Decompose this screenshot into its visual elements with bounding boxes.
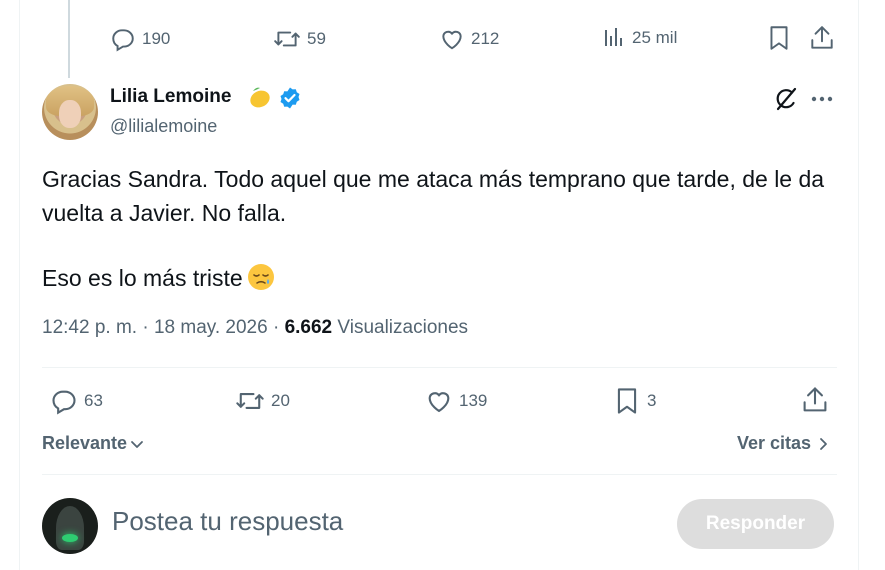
bookmark-icon — [617, 388, 637, 414]
views-label: Visualizaciones — [337, 317, 469, 338]
parent-views-count: 25 mil — [632, 28, 678, 47]
retweet-icon — [274, 31, 300, 47]
verified-badge-icon — [280, 87, 300, 109]
author-handle[interactable]: @lilialemoine — [110, 116, 217, 137]
tweet-time[interactable]: 12:42 p. m. — [42, 317, 137, 338]
tweet-date[interactable]: 18 may. 2026 — [154, 317, 268, 338]
share-button[interactable] — [801, 385, 829, 415]
sad-face-emoji-icon — [247, 264, 274, 290]
chevron-right-icon — [820, 437, 827, 450]
avatar-face — [59, 100, 81, 128]
more-options-icon[interactable] — [810, 90, 834, 108]
bookmark-button[interactable]: 3 — [613, 386, 656, 416]
thread-line — [68, 0, 70, 78]
tweet-text-paragraph-1: Gracias Sandra. Todo aquel que me ataca … — [42, 166, 825, 226]
meta-separator: · — [272, 317, 285, 338]
reply-submit-button[interactable]: Responder — [677, 499, 834, 549]
chevron-down-icon — [131, 440, 143, 448]
parent-like-count: 212 — [471, 29, 500, 48]
tweet-text-line-2: Eso es lo más triste — [42, 265, 243, 291]
reply-count: 63 — [84, 391, 103, 410]
sort-dropdown[interactable]: Relevante — [42, 433, 145, 454]
sort-label: Relevante — [42, 433, 128, 453]
bookmark-count: 3 — [647, 391, 657, 410]
tweet-meta: 12:42 p. m. · 18 may. 2026 · 6.662 Visua… — [42, 317, 468, 339]
view-quotes-link[interactable]: Ver citas — [737, 433, 831, 454]
lemon-emoji-icon — [250, 87, 270, 108]
heart-icon — [442, 30, 462, 50]
share-icon — [803, 387, 827, 412]
retweet-icon — [236, 393, 264, 409]
parent-retweet-count: 59 — [307, 29, 326, 48]
retweet-count: 20 — [271, 391, 290, 410]
parent-views-button[interactable]: 25 mil — [604, 26, 677, 50]
views-count: 6.662 — [284, 317, 333, 338]
parent-reply-count: 190 — [142, 29, 171, 48]
views-icon — [605, 28, 622, 46]
share-icon — [811, 26, 833, 49]
tweet-text: Gracias Sandra. Todo aquel que me ataca … — [42, 162, 842, 295]
meta-separator: · — [142, 317, 154, 338]
reply-icon — [112, 29, 134, 52]
like-button[interactable]: 139 — [425, 387, 487, 415]
quotes-label: Ver citas — [737, 433, 812, 453]
divider — [42, 474, 837, 475]
divider — [42, 367, 837, 368]
retweet-button[interactable]: 20 — [235, 387, 290, 415]
reply-button[interactable]: 63 — [50, 387, 103, 415]
grok-icon[interactable] — [773, 86, 799, 112]
reply-icon — [52, 390, 76, 415]
parent-retweet-button[interactable]: 59 — [273, 26, 326, 52]
tweet-text-paragraph-2: Eso es lo más triste — [42, 261, 842, 295]
parent-reply-button[interactable]: 190 — [110, 26, 170, 52]
parent-bookmark-button[interactable] — [766, 24, 792, 52]
user-avatar[interactable] — [42, 498, 98, 554]
author-avatar[interactable] — [42, 84, 98, 140]
parent-share-button[interactable] — [809, 24, 835, 52]
like-count: 139 — [459, 391, 488, 410]
bookmark-icon — [770, 26, 788, 50]
reply-input[interactable]: Postea tu respuesta — [112, 506, 343, 537]
heart-icon — [428, 392, 450, 413]
author-name[interactable]: Lilia Lemoine — [110, 86, 231, 108]
parent-like-button[interactable]: 212 — [439, 26, 499, 52]
avatar-hood — [56, 506, 84, 550]
avatar-glow — [62, 534, 78, 542]
